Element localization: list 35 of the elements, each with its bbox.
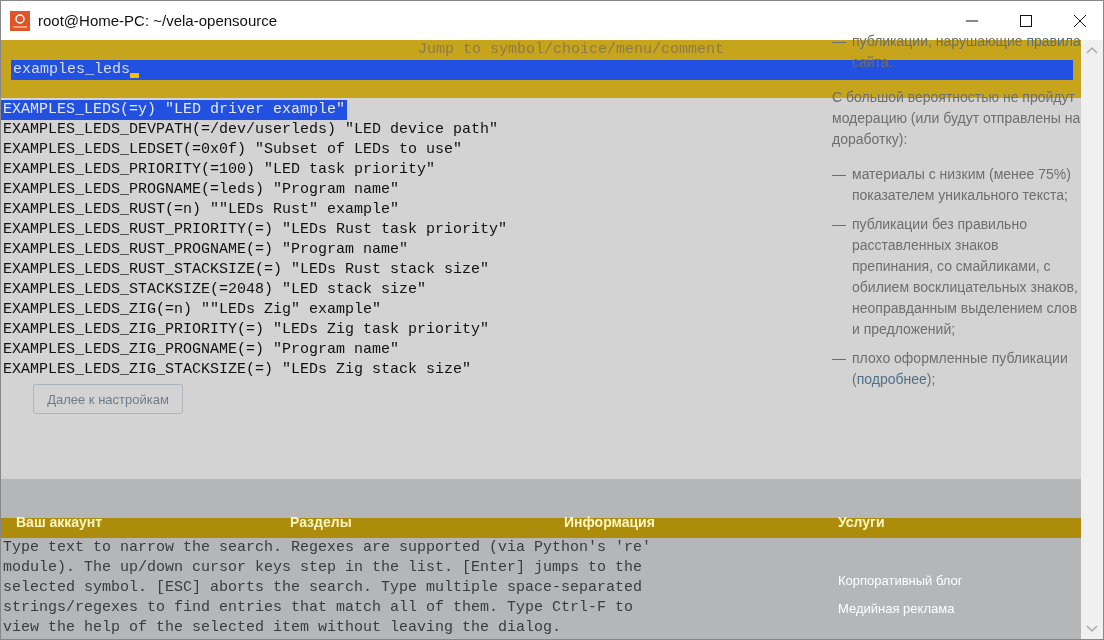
result-item[interactable]: EXAMPLES_LEDS_PROGNAME(=leds) "Program name"	[1, 180, 402, 200]
dash-marker: —	[832, 32, 846, 51]
result-item[interactable]: EXAMPLES_LEDS_ZIG_PROGNAME(=) "Program name"	[1, 340, 402, 360]
dash-marker: —	[832, 215, 846, 234]
list-item-text: публикации без правильно расставленных знаков препинания, со смайликами, с обилием восклицательных знаков, неоправданным выделением слов и предложений;	[852, 215, 1079, 339]
result-item[interactable]: EXAMPLES_LEDS_RUST_PROGNAME(=) "Program name"	[1, 240, 411, 260]
result-item[interactable]: EXAMPLES_LEDS_RUST_STACKSIZE(=) "LEDs Rust stack size"	[1, 260, 492, 280]
scroll-up-icon[interactable]	[1086, 46, 1098, 54]
result-item[interactable]: EXAMPLES_LEDS_ZIG_PRIORITY(=) "LEDs Zig task priority"	[1, 320, 492, 340]
result-item[interactable]: EXAMPLES_LEDS_LEDSET(=0x0f) "Subset of LEDs to use"	[1, 140, 465, 160]
dash-marker: —	[832, 165, 846, 184]
result-item[interactable]: EXAMPLES_LEDS_RUST(=n) ""LEDs Rust" example"	[1, 200, 402, 220]
scroll-down-icon[interactable]	[1086, 625, 1098, 633]
result-item[interactable]: EXAMPLES_LEDS_DEVPATH(=/dev/userleds) "LED device path"	[1, 120, 501, 140]
result-item[interactable]: EXAMPLES_LEDS_ZIG(=n) ""LEDs Zig" example"	[1, 300, 384, 320]
dash-marker: —	[832, 349, 846, 368]
footer-heading: Ваш аккаунт	[16, 513, 104, 532]
app-icon	[10, 10, 30, 31]
result-item[interactable]: EXAMPLES_LEDS_STACKSIZE(=2048) "LED stack size"	[1, 280, 429, 300]
footer-heading: Разделы	[290, 513, 353, 532]
result-item[interactable]: EXAMPLES_LEDS_RUST_PRIORITY(=) "LEDs Rust task priority"	[1, 220, 510, 240]
dialog-title: Jump to symbol/choice/menu/comment	[417, 41, 725, 58]
footer-heading: Информация	[564, 513, 656, 532]
result-item[interactable]: EXAMPLES_LEDS(=y) "LED driver example"	[1, 100, 348, 120]
result-item[interactable]: EXAMPLES_LEDS_PRIORITY(=100) "LED task priority"	[1, 160, 438, 180]
footer-heading: Услуги	[838, 513, 886, 532]
list-item-text: плохо оформленные публикации (подробнее);	[852, 349, 1069, 389]
result-item[interactable]: EXAMPLES_LEDS_ZIG_STACKSIZE(=) "LEDs Zig stack size"	[1, 360, 474, 380]
close-icon[interactable]	[1074, 14, 1086, 27]
window-title: root@Home-PC: ~/vela-opensource	[38, 12, 279, 29]
list-item-text: материалы с низким (менее 75%) показателем уникального текста;	[852, 165, 1072, 205]
scrollbar[interactable]	[1081, 40, 1103, 639]
maximize-icon[interactable]	[1020, 14, 1032, 27]
help-text: Type text to narrow the search. Regexes are supported (via Python's 're' module). The up/down cursor keys step in the list. [Enter] jumps to the selected symbol. [ESC] aborts the search. Type multiple space-separated strings/regexes to find entries that match all of them. Type Ctrl-F to view the help of the selected item without leaving the dialog.	[2, 538, 653, 638]
text-link[interactable]: подробнее	[856, 371, 927, 387]
